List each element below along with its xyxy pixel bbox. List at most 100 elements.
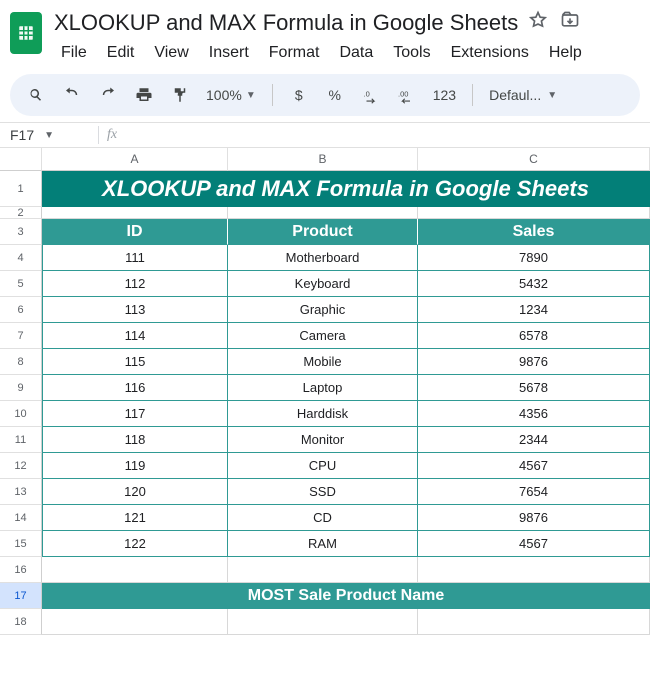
cell-product[interactable]: CPU xyxy=(228,453,418,479)
cell-sales[interactable]: 6578 xyxy=(418,323,650,349)
cell-sales[interactable]: 7890 xyxy=(418,245,650,271)
menu-file[interactable]: File xyxy=(52,40,96,66)
name-box[interactable]: F17 ▼ xyxy=(0,127,90,143)
cell-product[interactable]: Monitor xyxy=(228,427,418,453)
row-header[interactable]: 6 xyxy=(0,297,42,323)
cell-sales[interactable]: 2344 xyxy=(418,427,650,453)
header-id[interactable]: ID xyxy=(42,219,228,245)
row-header[interactable]: 16 xyxy=(0,557,42,583)
menu-insert[interactable]: Insert xyxy=(200,40,258,66)
cell[interactable] xyxy=(418,207,650,219)
cell-id[interactable]: 115 xyxy=(42,349,228,375)
percent-label: % xyxy=(328,87,340,103)
cell[interactable] xyxy=(418,609,650,635)
row-header[interactable]: 5 xyxy=(0,271,42,297)
zoom-select[interactable]: 100% ▼ xyxy=(200,87,262,103)
menu-edit[interactable]: Edit xyxy=(98,40,144,66)
increase-decimal-button[interactable]: .00 xyxy=(391,79,423,111)
cell-sales[interactable]: 4567 xyxy=(418,453,650,479)
title-banner-cell[interactable]: XLOOKUP and MAX Formula in Google Sheets xyxy=(42,171,650,207)
font-select[interactable]: Defaul... ▼ xyxy=(483,87,563,103)
undo-icon[interactable] xyxy=(56,79,88,111)
col-header-b[interactable]: B xyxy=(228,148,418,171)
col-header-a[interactable]: A xyxy=(42,148,228,171)
cell[interactable] xyxy=(418,557,650,583)
menu-data[interactable]: Data xyxy=(330,40,382,66)
cell-sales[interactable]: 5432 xyxy=(418,271,650,297)
cell-product[interactable]: Laptop xyxy=(228,375,418,401)
header-sales[interactable]: Sales xyxy=(418,219,650,245)
cell[interactable] xyxy=(228,207,418,219)
number-format-button[interactable]: 123 xyxy=(427,79,462,111)
cell-id[interactable]: 116 xyxy=(42,375,228,401)
row-header[interactable]: 2 xyxy=(0,207,42,219)
row-header[interactable]: 13 xyxy=(0,479,42,505)
cell-sales[interactable]: 7654 xyxy=(418,479,650,505)
cell-product[interactable]: Keyboard xyxy=(228,271,418,297)
row-header[interactable]: 12 xyxy=(0,453,42,479)
cell-product[interactable]: Motherboard xyxy=(228,245,418,271)
spreadsheet-grid[interactable]: A B C 1XLOOKUP and MAX Formula in Google… xyxy=(0,148,650,635)
currency-button[interactable]: $ xyxy=(283,79,315,111)
menu-format[interactable]: Format xyxy=(260,40,329,66)
cell-id[interactable]: 120 xyxy=(42,479,228,505)
row-header[interactable]: 17 xyxy=(0,583,42,609)
cell-product[interactable]: Graphic xyxy=(228,297,418,323)
cell-sales[interactable]: 1234 xyxy=(418,297,650,323)
cell-sales[interactable]: 9876 xyxy=(418,349,650,375)
row-header[interactable]: 10 xyxy=(0,401,42,427)
row-header[interactable]: 15 xyxy=(0,531,42,557)
star-icon[interactable] xyxy=(528,10,548,36)
header-product[interactable]: Product xyxy=(228,219,418,245)
percent-button[interactable]: % xyxy=(319,79,351,111)
cell-product[interactable]: CD xyxy=(228,505,418,531)
row-header[interactable]: 14 xyxy=(0,505,42,531)
row-header[interactable]: 9 xyxy=(0,375,42,401)
cell[interactable] xyxy=(42,609,228,635)
cell-id[interactable]: 121 xyxy=(42,505,228,531)
svg-text:.0: .0 xyxy=(363,90,369,99)
search-icon[interactable] xyxy=(20,79,52,111)
cell-id[interactable]: 111 xyxy=(42,245,228,271)
most-sale-label-cell[interactable]: MOST Sale Product Name xyxy=(42,583,650,609)
select-all-corner[interactable] xyxy=(0,148,42,171)
redo-icon[interactable] xyxy=(92,79,124,111)
cell-id[interactable]: 113 xyxy=(42,297,228,323)
cell-sales[interactable]: 9876 xyxy=(418,505,650,531)
paint-format-icon[interactable] xyxy=(164,79,196,111)
cell-id[interactable]: 112 xyxy=(42,271,228,297)
cell-product[interactable]: Camera xyxy=(228,323,418,349)
move-icon[interactable] xyxy=(560,10,580,36)
cell-id[interactable]: 122 xyxy=(42,531,228,557)
cell-product[interactable]: RAM xyxy=(228,531,418,557)
cell-id[interactable]: 119 xyxy=(42,453,228,479)
menu-extensions[interactable]: Extensions xyxy=(442,40,538,66)
print-icon[interactable] xyxy=(128,79,160,111)
cell-id[interactable]: 118 xyxy=(42,427,228,453)
menu-view[interactable]: View xyxy=(145,40,197,66)
cell-product[interactable]: Harddisk xyxy=(228,401,418,427)
row-header[interactable]: 3 xyxy=(0,219,42,245)
cell[interactable] xyxy=(42,207,228,219)
cell-product[interactable]: Mobile xyxy=(228,349,418,375)
row-header[interactable]: 8 xyxy=(0,349,42,375)
row-header[interactable]: 1 xyxy=(0,171,42,207)
row-header[interactable]: 7 xyxy=(0,323,42,349)
cell-id[interactable]: 117 xyxy=(42,401,228,427)
row-header[interactable]: 4 xyxy=(0,245,42,271)
menu-help[interactable]: Help xyxy=(540,40,591,66)
cell-id[interactable]: 114 xyxy=(42,323,228,349)
cell-sales[interactable]: 4356 xyxy=(418,401,650,427)
cell-sales[interactable]: 4567 xyxy=(418,531,650,557)
cell[interactable] xyxy=(228,557,418,583)
row-header[interactable]: 11 xyxy=(0,427,42,453)
decrease-decimal-button[interactable]: .0 xyxy=(355,79,387,111)
cell-product[interactable]: SSD xyxy=(228,479,418,505)
row-header[interactable]: 18 xyxy=(0,609,42,635)
doc-title[interactable]: XLOOKUP and MAX Formula in Google Sheets xyxy=(54,10,518,36)
col-header-c[interactable]: C xyxy=(418,148,650,171)
cell[interactable] xyxy=(228,609,418,635)
cell-sales[interactable]: 5678 xyxy=(418,375,650,401)
menu-tools[interactable]: Tools xyxy=(384,40,439,66)
cell[interactable] xyxy=(42,557,228,583)
